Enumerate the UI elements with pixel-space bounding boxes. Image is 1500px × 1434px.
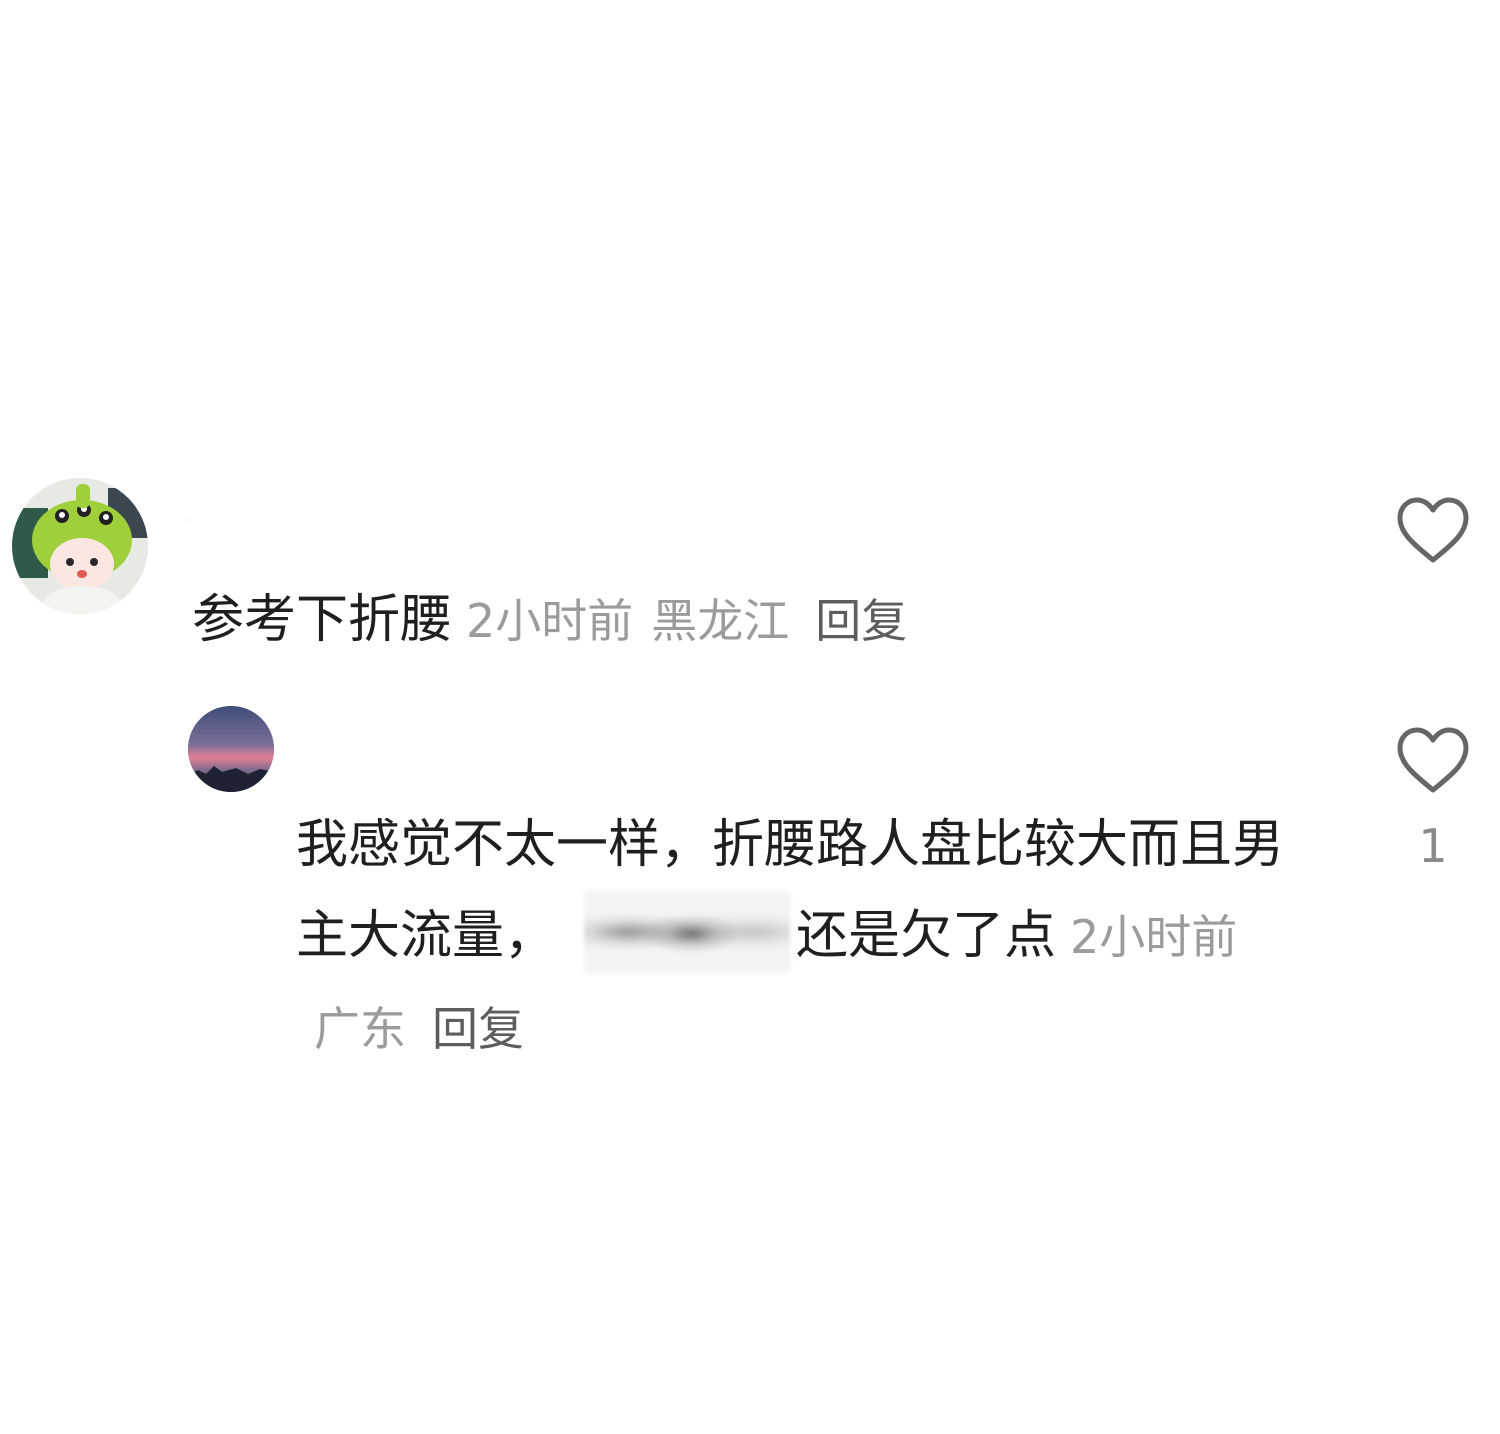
reply-button[interactable]: 回复 bbox=[432, 1002, 524, 1056]
reply-item: 我感觉不太一样，折腰路人盘比较大而且男主大流量， 还是欠了点 2小时前广东 回复 1 bbox=[0, 700, 1500, 1080]
like-button[interactable] bbox=[1394, 724, 1472, 796]
reply-time: 2小时前 bbox=[1070, 910, 1238, 964]
like-count: 1 bbox=[1418, 819, 1448, 873]
blurred-text bbox=[584, 891, 791, 973]
reply-button[interactable]: 回复 bbox=[815, 594, 907, 648]
heart-outline-icon bbox=[1397, 497, 1469, 563]
reply-location: 广东 bbox=[314, 1002, 406, 1056]
avatar[interactable] bbox=[188, 706, 274, 792]
comment-location: 黑龙江 bbox=[651, 594, 790, 648]
reply-body: 我感觉不太一样，折腰路人盘比较大而且男主大流量， 还是欠了点 2小时前广东 回复 bbox=[296, 800, 1286, 1075]
reply-text-continued: 还是欠了点 bbox=[796, 906, 1057, 966]
avatar[interactable] bbox=[12, 478, 148, 614]
comment-body: 参考下折腰 2小时前 黑龙江 回复 bbox=[192, 588, 1292, 653]
username[interactable]: · bbox=[188, 517, 194, 525]
comment-item: · 参考下折腰 2小时前 黑龙江 回复 bbox=[0, 470, 1500, 670]
comment-text: 参考下折腰 bbox=[192, 590, 453, 650]
heart-outline-icon bbox=[1397, 727, 1469, 793]
like-button[interactable] bbox=[1394, 494, 1472, 566]
comment-time: 2小时前 bbox=[466, 594, 634, 648]
